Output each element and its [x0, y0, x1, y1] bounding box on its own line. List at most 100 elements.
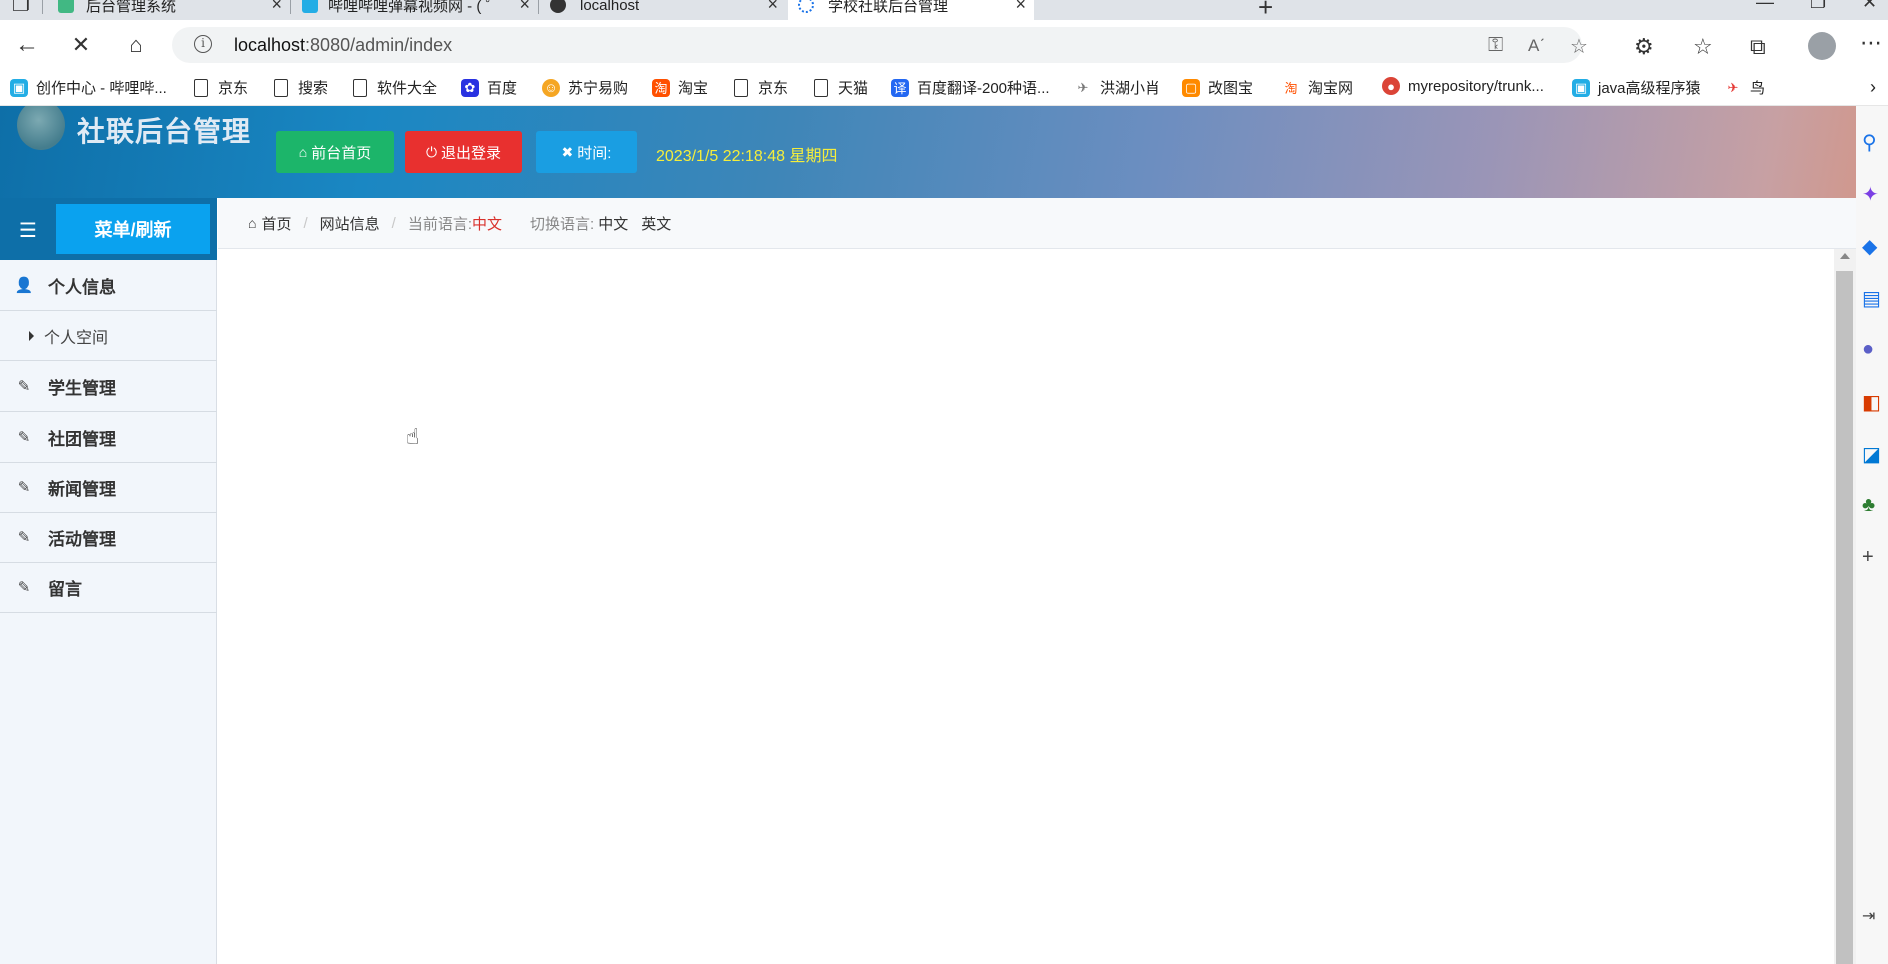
bookmark-label: java高级程序猿: [1598, 80, 1701, 97]
bookmark-label: 创作中心 - 哔哩哔...: [36, 80, 167, 97]
bookmark-item[interactable]: 京东: [194, 77, 248, 98]
close-window-icon[interactable]: ✕: [1862, 0, 1877, 13]
more-menu-icon[interactable]: ⋯: [1860, 30, 1882, 56]
back-button[interactable]: ←: [12, 30, 42, 60]
search-icon[interactable]: ⚲: [1862, 130, 1877, 155]
minimize-icon[interactable]: —: [1756, 0, 1774, 13]
bookmark-item[interactable]: ☺ 苏宁易购: [542, 77, 628, 98]
breadcrumb-site-info[interactable]: 网站信息: [320, 213, 380, 234]
outlook-icon[interactable]: ◪: [1862, 442, 1881, 467]
key-icon[interactable]: ⚿: [1488, 34, 1503, 57]
stop-loading-button[interactable]: ✕: [66, 30, 96, 60]
bookmark-item[interactable]: 软件大全: [353, 77, 437, 98]
bookmark-item[interactable]: ✈ 鸟: [1724, 77, 1765, 98]
tab-bilibili[interactable]: 哔哩哔哩弹幕视频网 - ( ゜- ゜)つロ ×: [298, 0, 538, 20]
logo: [17, 106, 65, 150]
sidebar-item-label: 个人空间: [44, 329, 109, 347]
site-info-icon[interactable]: i: [194, 35, 212, 53]
bookmark-item[interactable]: 译百度翻译-200种语...: [891, 77, 1050, 98]
gaitubao-icon: ▢: [1182, 78, 1200, 97]
bookmark-item[interactable]: 天猫: [814, 77, 868, 98]
collapse-sidebar-icon[interactable]: ⇥: [1862, 906, 1875, 926]
bookmark-item[interactable]: 搜索: [274, 77, 328, 98]
bookmark-item[interactable]: 淘淘宝网: [1282, 77, 1353, 98]
favorites-icon[interactable]: ☆: [1693, 34, 1713, 60]
bookmark-item[interactable]: 淘淘宝: [652, 77, 708, 98]
profile-avatar[interactable]: [1808, 32, 1836, 60]
vue-favicon-icon: [58, 0, 74, 13]
bookmark-label: 淘宝: [678, 80, 709, 97]
shopping-icon[interactable]: ◆: [1862, 234, 1877, 259]
tree-icon[interactable]: ♣: [1862, 494, 1875, 517]
sidebar-item-clubs[interactable]: ✎ 社团管理: [0, 412, 217, 463]
restore-icon[interactable]: ❐: [1810, 0, 1826, 13]
sidebar-item-profile[interactable]: 👤 个人信息: [0, 260, 217, 311]
chevron-right-icon[interactable]: ›: [1870, 77, 1876, 98]
sidebar-item-students[interactable]: ✎ 学生管理: [0, 361, 217, 412]
copilot-icon[interactable]: ✦: [1862, 182, 1879, 207]
bookmark-item[interactable]: ✿ 百度: [461, 77, 517, 98]
time-button[interactable]: ✖ 时间:: [536, 131, 637, 173]
bird-icon: ✈: [1074, 78, 1092, 97]
times-icon: ✖: [561, 143, 574, 160]
sidebar: ☰ 菜单/刷新 👤 个人信息 个人空间 ✎ 学生管理 ✎ 社团管理 ✎ 新闻管理…: [0, 198, 217, 964]
read-aloud-icon[interactable]: Aˊ: [1528, 36, 1545, 56]
url-text[interactable]: localhost:8080/admin/index: [234, 35, 452, 56]
tab-localhost[interactable]: localhost ×: [546, 0, 786, 20]
menu-refresh-button[interactable]: 菜单/刷新: [56, 204, 210, 254]
sidebar-item-label: 留言: [48, 579, 82, 599]
bookmark-item[interactable]: ● myrepository/trunk...: [1382, 77, 1544, 95]
sidebar-item-messages[interactable]: ✎ 留言: [0, 562, 217, 613]
app-header: 社联后台管理 ⌂ 前台首页 ⏻ 退出登录 ✖ 时间: 2023/1/5 22:18:4…: [0, 106, 1856, 198]
taobao-icon: 淘: [652, 78, 670, 97]
bookmark-item[interactable]: ▢ 改图宝: [1182, 77, 1253, 98]
page-icon: [353, 78, 367, 97]
close-tab-icon[interactable]: ×: [519, 0, 530, 15]
frontend-home-button[interactable]: ⌂ 前台首页: [276, 131, 394, 173]
bookmark-item[interactable]: ✈ 洪湖小肖: [1074, 77, 1160, 98]
bookmark-item[interactable]: ▣ java高级程序猿: [1572, 77, 1701, 98]
switch-to-english-link[interactable]: 英文: [641, 213, 671, 234]
scroll-up-arrow-icon[interactable]: [1840, 253, 1850, 259]
add-icon[interactable]: +: [1862, 546, 1874, 569]
logout-button[interactable]: ⏻ 退出登录: [405, 131, 522, 173]
clock-text: 2023/1/5 22:18:48 星期四: [656, 148, 838, 165]
add-favorite-icon[interactable]: ☆: [1570, 34, 1588, 59]
bilibili-favicon-icon: [302, 0, 318, 13]
close-tab-icon[interactable]: ×: [271, 0, 282, 15]
sidebar-item-news[interactable]: ✎ 新闻管理: [0, 462, 217, 513]
list-icon[interactable]: ☰: [19, 218, 37, 243]
tab-admin-system[interactable]: 后台管理系统 ×: [52, 0, 290, 20]
tools-icon[interactable]: ▤: [1862, 286, 1881, 311]
people-icon[interactable]: ●: [1862, 338, 1874, 361]
breadcrumb-home-link[interactable]: 首页: [261, 213, 291, 234]
bookmarks-bar: ▣ 创作中心 - 哔哩哔... 京东 搜索 软件大全 ✿ 百度 ☺ 苏宁易购 淘淘宝 …: [0, 70, 1888, 106]
sidebar-item-activities[interactable]: ✎ 活动管理: [0, 512, 217, 563]
scrollbar-thumb[interactable]: [1836, 271, 1853, 964]
main-content-frame[interactable]: [218, 249, 1838, 964]
bookmark-label: 软件大全: [377, 80, 438, 97]
collections-icon[interactable]: ⧉: [1750, 34, 1766, 60]
current-language-value: 中文: [472, 215, 503, 233]
bookmark-label: 百度: [487, 80, 518, 97]
bookmark-item[interactable]: 京东: [734, 77, 788, 98]
extensions-icon[interactable]: ⚙: [1634, 34, 1654, 60]
home-button[interactable]: ⌂: [121, 30, 151, 60]
close-tab-icon[interactable]: ×: [1015, 0, 1026, 15]
tab-school-admin[interactable]: 学校社联后台管理 ×: [788, 0, 1034, 20]
tab-title: 学校社联后台管理: [828, 0, 949, 15]
switch-to-chinese-link[interactable]: 中文: [598, 213, 628, 234]
tab-actions-icon[interactable]: ❐: [12, 0, 30, 17]
bookmark-item[interactable]: ▣ 创作中心 - 哔哩哔...: [10, 77, 167, 98]
close-tab-icon[interactable]: ×: [767, 0, 778, 15]
bookmark-label: 改图宝: [1208, 80, 1254, 97]
power-icon: ⏻: [425, 143, 438, 160]
address-bar[interactable]: i localhost:8080/admin/index ⚿ Aˊ ☆: [172, 27, 1588, 63]
button-label: 时间:: [577, 144, 612, 162]
sidebar-subitem-personal-space[interactable]: 个人空间: [0, 311, 217, 361]
browser-toolbar: ← ✕ ⌂ i localhost:8080/admin/index ⚿ Aˊ …: [0, 20, 1888, 70]
office-icon[interactable]: ◧: [1862, 390, 1881, 415]
new-tab-button[interactable]: +: [1258, 0, 1273, 20]
content-scrollbar[interactable]: [1834, 249, 1856, 964]
bilibili-icon: ▣: [1572, 78, 1590, 97]
